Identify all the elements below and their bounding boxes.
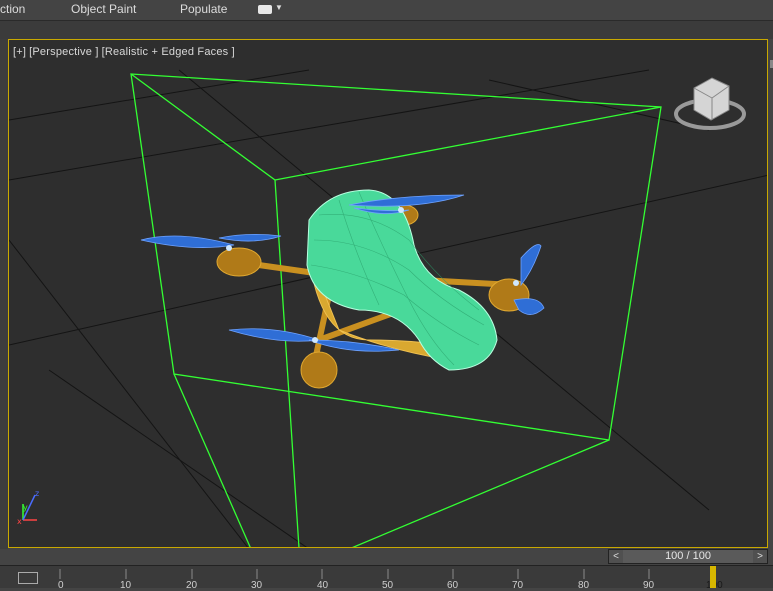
curve-editor-icon[interactable]: [18, 572, 38, 584]
svg-text:z: z: [35, 489, 39, 498]
svg-text:x: x: [17, 517, 22, 526]
time-slider-thumb[interactable]: 100 / 100: [623, 550, 753, 563]
ribbon-bar: ction Object Paint Populate ▼: [0, 0, 773, 21]
tick-label: 90: [643, 580, 655, 591]
time-slider[interactable]: < 100 / 100 >: [608, 549, 768, 564]
tab-selection[interactable]: ction: [0, 2, 25, 16]
viewcube-icon[interactable]: [674, 77, 746, 130]
axis-tripod-icon: z x y: [17, 489, 39, 526]
tick-label: 70: [512, 580, 524, 591]
perspective-viewport[interactable]: z x y [+] [Perspective ] [Realistic + Edge…: [8, 39, 768, 548]
tick-label: 20: [186, 580, 198, 591]
ribbon-panel-strip: [0, 21, 773, 39]
viewport-plus-menu[interactable]: [+]: [13, 46, 26, 58]
chevron-down-icon[interactable]: ▼: [275, 3, 283, 12]
tick-label: 10: [120, 580, 132, 591]
time-slider-next-button[interactable]: >: [753, 550, 767, 563]
tick-label: 50: [382, 580, 394, 591]
svg-text:y: y: [23, 503, 28, 512]
tick-label: 80: [578, 580, 590, 591]
viewport-label[interactable]: [+] [Perspective ] [Realistic + Edged Face…: [13, 46, 238, 58]
viewport-scene: z x y: [9, 69, 767, 547]
left-panel-edge: [0, 39, 8, 549]
time-slider-prev-button[interactable]: <: [609, 550, 623, 563]
viewport-shading-menu[interactable]: [Realistic + Edged Faces ]: [102, 46, 235, 58]
trackbar-playhead[interactable]: [710, 566, 716, 588]
trackbar[interactable]: 0 10 20 30 40 50 60 70 80 90 100: [0, 565, 773, 591]
tab-object-paint[interactable]: Object Paint: [71, 2, 136, 16]
trackbar-ruler: [59, 569, 715, 579]
tick-label: 0: [58, 580, 64, 591]
ribbon-display-toggle-icon[interactable]: [258, 5, 272, 14]
tick-label: 40: [317, 580, 329, 591]
tick-label: 60: [447, 580, 459, 591]
viewport-pov-menu[interactable]: [Perspective ]: [29, 46, 98, 58]
tab-populate[interactable]: Populate: [180, 2, 227, 16]
tick-label: 30: [251, 580, 263, 591]
